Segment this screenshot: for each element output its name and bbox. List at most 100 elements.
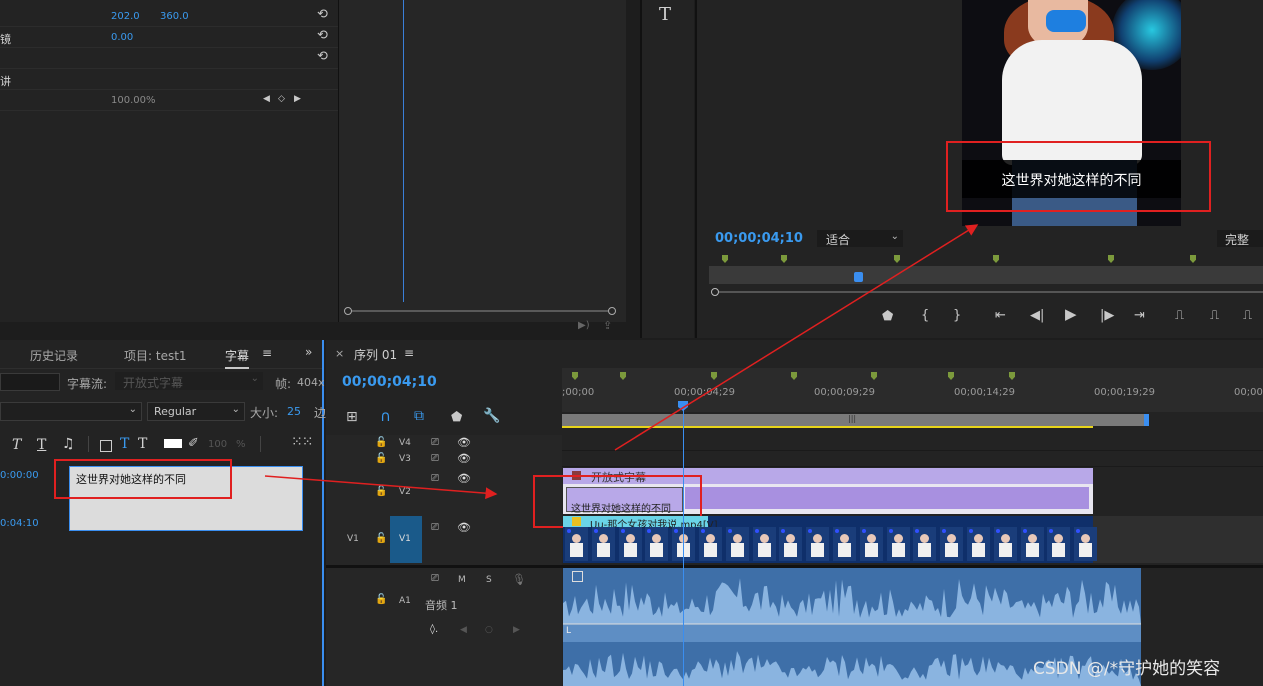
work-area-end[interactable] [1144,414,1149,426]
sequence-tab[interactable]: 序列 01 [354,346,397,363]
lock-icon[interactable]: 🔓 [375,437,387,448]
add-marker-icon[interactable]: ⬟ [451,411,462,424]
tab-captions[interactable]: 字幕 [225,347,250,369]
opacity-value[interactable]: 100.00% [111,95,156,106]
mute-button[interactable]: M [458,575,466,585]
annotation-box [54,459,232,499]
caption-search-field[interactable] [0,373,60,391]
video-thumbnail [1074,527,1098,561]
wrench-icon[interactable]: 🔧 [483,409,500,423]
source-patch-label[interactable]: V1 [347,534,359,544]
prev-keyframe-icon[interactable]: ◀ [263,94,270,104]
stream-dropdown[interactable]: 开放式字幕 ⌄ [115,372,263,390]
play-audio-icon[interactable]: ▶) [578,320,590,331]
next-keyframe-icon[interactable]: ▶ [513,625,520,635]
add-keyframe-icon[interactable]: ◇ [278,94,285,104]
text-color-icon[interactable]: T [120,436,129,452]
music-note-icon[interactable]: ♫ [62,436,75,452]
panel-menu-icon[interactable]: ≡ [262,346,272,360]
lock-icon[interactable]: 🔓 [375,486,387,497]
nest-icon[interactable]: ⊞ [346,410,358,424]
add-marker-icon[interactable]: ⬟ [882,310,893,323]
video-thumbnail [940,527,964,561]
eye-icon[interactable]: 👁 [457,436,471,449]
step-back-icon[interactable]: ◀| [1030,309,1044,322]
program-zoom-bar[interactable] [709,287,1263,297]
reset-icon[interactable]: ⟲ [317,8,328,21]
sync-icon[interactable]: ⎚ [431,453,439,464]
eye-icon[interactable]: 👁 [457,521,471,534]
sync-icon[interactable]: ⎚ [431,473,439,484]
text-edge-icon[interactable]: T [138,436,147,452]
italic-icon[interactable]: T [12,437,21,453]
font-dropdown[interactable]: ⌄ [0,402,142,421]
font-style-dropdown[interactable]: Regular ⌄ [147,402,245,421]
track-v2-header: ⎚ 👁 🔓 V2 [326,469,562,513]
mark-out-icon[interactable]: } [953,309,961,322]
play-icon[interactable]: ▶ [1065,307,1077,322]
panel-menu-icon[interactable]: ≡ [404,346,414,360]
step-forward-icon[interactable]: |▶ [1100,309,1114,322]
next-keyframe-icon[interactable]: ▶ [294,94,301,104]
ec-row: 202.0 360.0 ⟲ [0,6,338,27]
track-v1-lane-bg [1093,516,1263,563]
sync-icon[interactable]: ⎚ [431,437,439,448]
extract-icon[interactable]: ⎍ [1210,309,1219,322]
fit-dropdown[interactable]: 适合 ⌄ [817,230,903,247]
lift-icon[interactable]: ⎍ [1175,309,1184,322]
linked-selection-icon[interactable]: ⧉ [414,409,424,423]
export-icon[interactable]: ⇪ [603,319,612,332]
ec-scrollbar[interactable] [344,307,616,315]
volume-icon[interactable]: ◊. [430,624,438,635]
go-to-out-icon[interactable]: ⇥ [1134,309,1145,322]
time-ruler[interactable] [562,368,1263,412]
background-box-icon[interactable] [100,440,112,452]
prev-keyframe-icon[interactable]: ◀ [460,625,467,635]
eye-icon[interactable]: 👁 [457,472,471,485]
more-panels-icon[interactable]: » [305,345,312,359]
reset-icon[interactable]: ⟲ [317,50,328,63]
track-target-v1[interactable]: V1 [390,516,422,563]
close-icon[interactable]: × [335,347,344,360]
caption-segment-rest [685,487,1089,509]
snap-icon[interactable]: ∩ [380,409,391,424]
sync-icon[interactable]: ⎚ [431,522,439,533]
go-to-in-icon[interactable]: ⇤ [995,309,1006,322]
frame-value[interactable]: 404x [297,376,325,389]
track-label: V1 [399,534,411,544]
tab-history[interactable]: 历史记录 [30,347,78,364]
rotation-value[interactable]: 0.00 [111,32,133,43]
tab-project[interactable]: 项目: test1 [124,347,187,364]
timeline-timecode[interactable]: 00;00;04;10 [342,374,437,390]
mark-in-icon[interactable]: { [921,309,929,322]
position-x-value[interactable]: 202.0 [111,11,140,22]
caption-out-time[interactable]: 0:04:10 [0,518,39,529]
caption-in-time[interactable]: 0:00:00 [0,470,39,481]
eye-icon[interactable]: 👁 [457,452,471,465]
work-area-bar[interactable]: ||| [562,414,1147,426]
lock-icon[interactable]: 🔓 [375,453,387,464]
lock-icon[interactable]: 🔓 [375,594,387,605]
program-timecode[interactable]: 00;00;04;10 [715,231,803,246]
underline-icon[interactable]: T [37,437,46,453]
program-playhead[interactable] [854,272,863,282]
opacity-value[interactable]: 100 [208,439,227,450]
lock-icon[interactable]: 🔓 [375,533,387,544]
add-keyframe-icon[interactable]: ○ [485,625,493,635]
chevron-down-icon: ⌄ [250,373,259,384]
position-grid-icon[interactable]: ⁙⁙ [291,434,313,450]
track-v3-header: 🔓 V3 ⎚ 👁 [326,452,562,466]
position-y-value[interactable]: 360.0 [160,11,189,22]
reset-icon[interactable]: ⟲ [317,29,328,42]
eyedropper-icon[interactable]: ✐ [188,436,199,451]
export-frame-icon[interactable]: ⎍ [1243,309,1252,322]
program-scrubber[interactable] [709,266,1263,284]
size-value[interactable]: 25 [287,405,301,418]
microphone-icon[interactable]: 🎙 [512,573,526,586]
solo-button[interactable]: S [486,575,492,585]
sync-icon[interactable]: ⎚ [431,573,439,584]
type-tool-icon[interactable]: T [659,4,671,25]
quality-dropdown[interactable]: 完整 [1217,230,1263,247]
stream-value: 开放式字幕 [123,376,184,390]
color-swatch[interactable] [164,439,182,448]
